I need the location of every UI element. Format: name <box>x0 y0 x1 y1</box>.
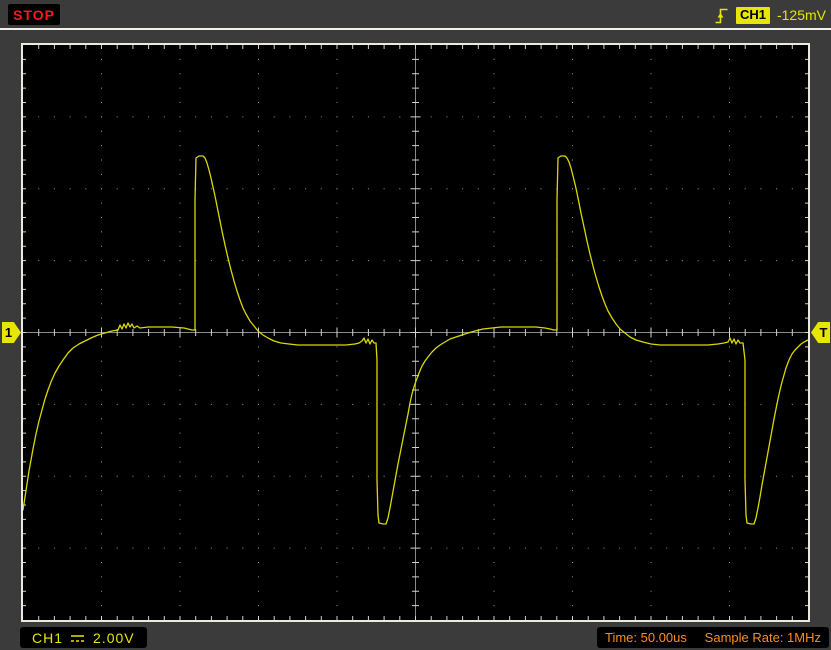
channel1-ground-marker[interactable]: 1 <box>2 322 21 343</box>
trigger-level-marker[interactable]: T <box>811 322 830 343</box>
channel1-ground-marker-label: 1 <box>5 325 12 340</box>
sample-rate-value: Sample Rate: 1MHz <box>705 630 821 645</box>
trigger-level-value: -125mV <box>777 7 826 23</box>
rising-edge-trigger-icon <box>714 5 729 25</box>
oscilloscope-screen: STOP CH1 -125mV 1 T CH1 2.00V Time: 50.0… <box>0 0 831 650</box>
trigger-info: CH1 -125mV <box>714 4 826 26</box>
acquisition-status-label: STOP <box>13 7 55 23</box>
waveform-display <box>23 45 808 620</box>
channel1-settings-badge[interactable]: CH1 2.00V <box>20 627 147 648</box>
trigger-source-badge: CH1 <box>736 7 770 24</box>
timebase-info-badge: Time: 50.00us Sample Rate: 1MHz <box>597 627 829 648</box>
graticule-area <box>21 43 810 622</box>
acquisition-status-badge: STOP <box>8 4 60 25</box>
channel1-scale-value: 2.00V <box>93 630 135 646</box>
header-separator <box>0 28 831 30</box>
timebase-value: Time: 50.00us <box>605 630 687 645</box>
channel1-name-label: CH1 <box>32 630 63 646</box>
dc-coupling-icon <box>70 632 86 644</box>
trigger-level-marker-label: T <box>820 325 828 340</box>
